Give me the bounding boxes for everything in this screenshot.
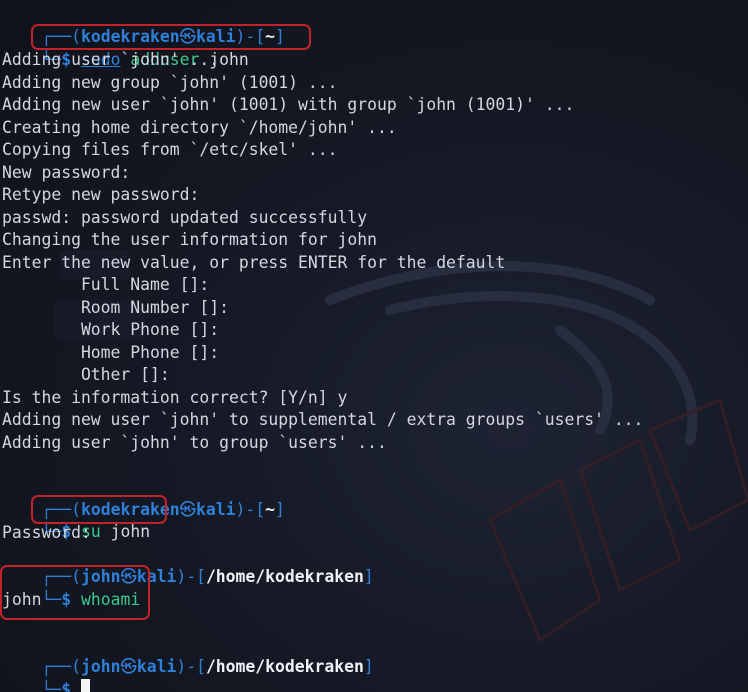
output-line: Enter the new value, or press ENTER for … [2,253,506,272]
prompt-tree: └─ [41,680,62,692]
highlight-box [0,565,150,620]
output-line: Adding user `john' to group `users' ... [2,433,387,452]
prompt-bracket-end: ] [275,500,285,519]
prompt-path: /home/kodekraken [205,567,364,586]
output-line: Room Number []: [2,298,229,317]
prompt-host: kali [196,500,236,519]
prompt-at-symbol: ㉿ [179,500,197,519]
command-argument: john [100,522,151,541]
prompt-dollar: $ [61,680,81,692]
output-line: Adding new group `john' (1001) ... [2,73,338,92]
prompt-bracket-end: ] [363,657,374,676]
prompt-line: ┌──(john㉿kali)-[/home/kodekraken] [2,544,373,586]
output-line: Full Name []: [2,275,210,294]
output-line: New password: [2,163,131,182]
prompt-path: /home/kodekraken [205,657,364,676]
prompt-bracket-end: ] [363,567,374,586]
command-line[interactable]: └─$ [2,657,90,692]
output-line: Other []: [2,365,170,384]
prompt-line: ┌──(kodekraken㉿kali)-[~] [2,4,284,46]
output-line: Creating home directory `/home/john' ... [2,118,397,137]
text-cursor[interactable] [80,679,90,692]
output-line: Is the information correct? [Y/n] y [2,388,348,407]
output-line: Adding new user `john' to supplemental /… [2,410,644,429]
prompt-bracket: )-[ [235,500,266,519]
output-line: Work Phone []: [2,320,220,339]
output-line: Password: [2,523,91,542]
highlight-box [31,495,167,524]
prompt-at-symbol: ㉿ [120,657,137,676]
output-line: Adding user `john' ... [2,50,220,69]
prompt-bracket: )-[ [176,567,206,586]
prompt-bracket: )-[ [176,657,206,676]
prompt-line: ┌──(john㉿kali)-[/home/kodekraken] [2,634,373,676]
output-line: Changing the user information for john [2,230,377,249]
output-line: Home Phone []: [2,343,220,362]
prompt-path: ~ [265,500,276,519]
output-line: passwd: password updated successfully [2,208,368,227]
prompt-host: kali [136,657,177,676]
highlight-box [31,24,311,50]
output-line: Copying files from `/etc/skel' ... [2,140,338,159]
output-line: Retype new password: [2,185,200,204]
output-line: Adding new user `john' (1001) with group… [2,95,575,114]
terminal-window[interactable]: ┌──(kodekraken㉿kali)-[~] └─$ sudo adduse… [0,0,748,692]
